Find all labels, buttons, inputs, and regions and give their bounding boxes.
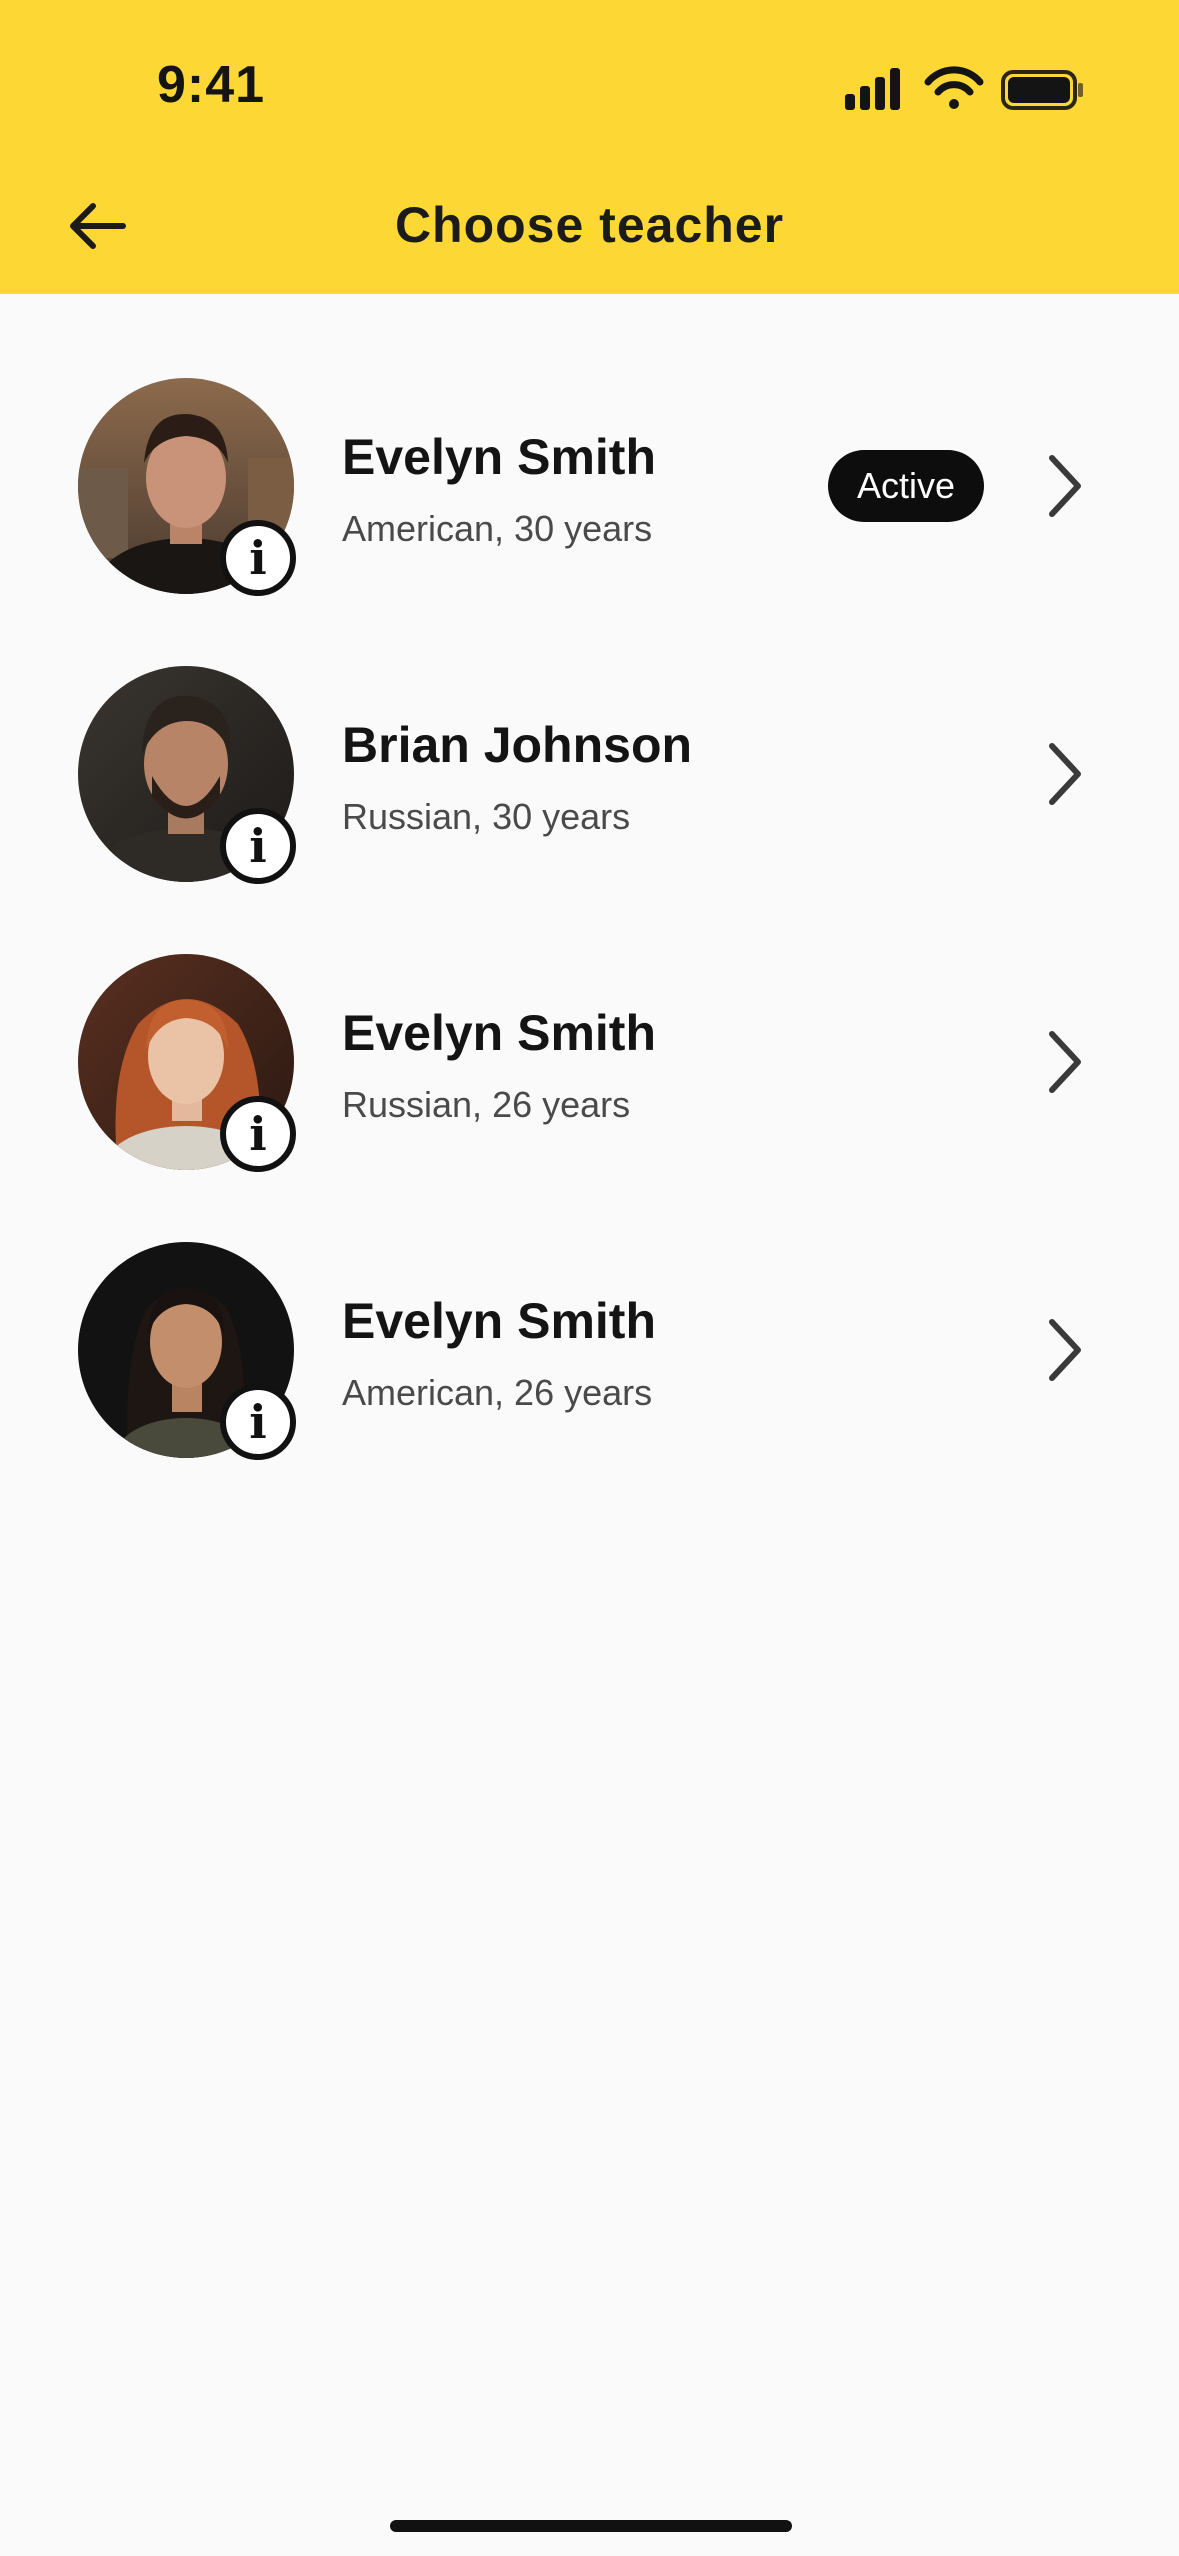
battery-icon (1001, 70, 1083, 110)
teacher-row[interactable]: i Evelyn Smith American, 30 years Active (0, 340, 1179, 628)
info-button[interactable]: i (220, 808, 296, 884)
teacher-row[interactable]: i Evelyn Smith Russian, 26 years (0, 916, 1179, 1204)
status-time: 9:41 (157, 56, 266, 114)
info-icon: i (249, 531, 267, 585)
teacher-list: i Evelyn Smith American, 30 years Active (0, 340, 1179, 1492)
teacher-name: Evelyn Smith (342, 1005, 656, 1061)
info-icon: i (249, 1395, 267, 1449)
teacher-meta: American, 30 years (342, 508, 653, 549)
home-indicator[interactable] (390, 2520, 792, 2532)
teacher-name: Evelyn Smith (342, 1293, 656, 1349)
page-title: Choose teacher (394, 197, 785, 253)
header: 9:41 Choose teacher (0, 0, 1179, 294)
teacher-meta: American, 26 years (342, 1372, 653, 1413)
teacher-row[interactable]: i Evelyn Smith American, 26 years (0, 1204, 1179, 1492)
teacher-name: Brian Johnson (342, 717, 693, 773)
info-icon: i (249, 1107, 267, 1161)
teacher-row[interactable]: i Brian Johnson Russian, 30 years (0, 628, 1179, 916)
info-button[interactable]: i (220, 1096, 296, 1172)
info-button[interactable]: i (220, 520, 296, 596)
chevron-right-icon (1049, 743, 1081, 805)
teacher-meta: Russian, 26 years (342, 1084, 631, 1125)
chevron-right-icon (1049, 1031, 1081, 1093)
teacher-meta: Russian, 30 years (342, 796, 631, 837)
screen: 9:41 Choose teacher i Evelyn Smith Ameri… (0, 0, 1179, 2556)
wifi-icon (924, 66, 984, 109)
signal-icon (845, 68, 900, 110)
status-icons (845, 66, 1083, 110)
status-badge: Active (828, 450, 984, 522)
chevron-right-icon (1049, 455, 1081, 517)
chevron-right-icon (1049, 1319, 1081, 1381)
teacher-name: Evelyn Smith (342, 429, 656, 485)
info-button[interactable]: i (220, 1384, 296, 1460)
info-icon: i (249, 819, 267, 873)
